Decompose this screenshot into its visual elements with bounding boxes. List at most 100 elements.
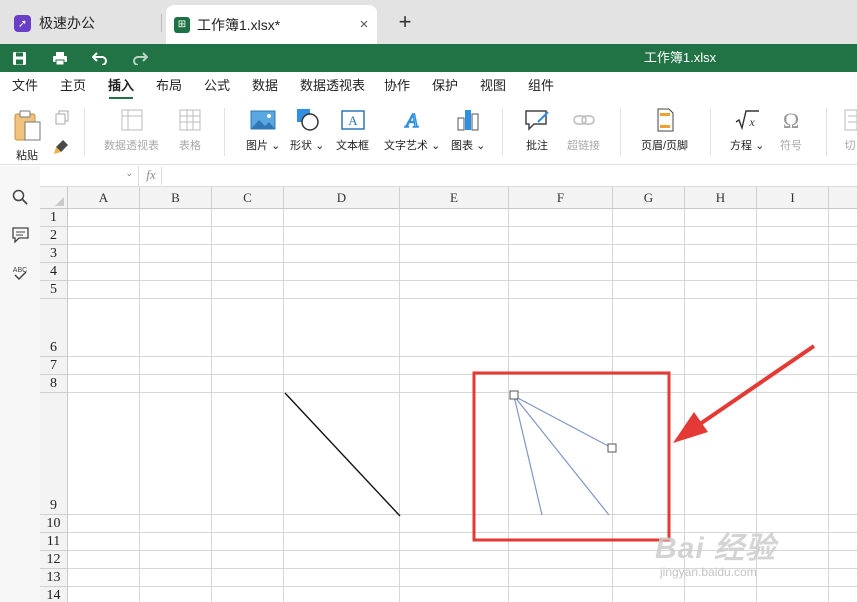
copy-icon: [55, 110, 69, 125]
comments-panel-icon[interactable]: [10, 225, 30, 245]
table-button[interactable]: 表格: [178, 108, 202, 153]
watermark: Bai 经验 jingyan.baidu.com: [655, 523, 855, 583]
row-header-1[interactable]: 1: [40, 209, 68, 227]
symbol-label: 符号: [780, 140, 802, 152]
ribbon-insert: 粘贴 数据透视表 表格 图片 ⌄ 形状 ⌄ A 文本框 A 文字艺术 ⌄ 图表 …: [0, 100, 857, 165]
row-header-4[interactable]: 4: [40, 263, 68, 281]
table-icon: [179, 109, 201, 131]
comment-icon: [525, 110, 549, 131]
format-painter-button[interactable]: [54, 138, 70, 154]
column-header-j[interactable]: [829, 187, 857, 209]
hyperlink-button[interactable]: 超链接: [567, 108, 600, 153]
row-header-13[interactable]: 13: [40, 569, 68, 587]
column-header-d[interactable]: D: [284, 187, 400, 209]
watermark-url: jingyan.baidu.com: [660, 565, 757, 579]
equation-button[interactable]: x 方程 ⌄: [730, 108, 764, 153]
column-header-f[interactable]: F: [509, 187, 613, 209]
redo-icon[interactable]: [127, 44, 153, 72]
column-header-e[interactable]: E: [400, 187, 509, 209]
formula-bar: ⌄ fx: [40, 166, 857, 187]
app-tab-label: 极速办公: [39, 15, 95, 31]
wordart-button[interactable]: A 文字艺术 ⌄: [384, 108, 440, 153]
row-header-3[interactable]: 3: [40, 245, 68, 263]
copy-button[interactable]: [54, 110, 70, 126]
ribbon-divider: [620, 108, 621, 156]
svg-text:Ω: Ω: [783, 108, 799, 132]
ribbon-divider: [710, 108, 711, 156]
chevron-down-icon[interactable]: ⌄: [125, 168, 133, 179]
new-tab-button[interactable]: +: [394, 8, 416, 36]
chart-button[interactable]: 图表 ⌄: [451, 108, 485, 153]
gridline: [68, 514, 857, 515]
row-header-10[interactable]: 10: [40, 515, 68, 533]
gridline: [68, 298, 857, 299]
row-header-2[interactable]: 2: [40, 227, 68, 245]
image-label: 图片 ⌄: [246, 140, 281, 152]
name-box[interactable]: ⌄: [40, 166, 139, 186]
menu-view[interactable]: 视图: [480, 72, 506, 100]
gridline: [68, 280, 857, 281]
save-icon[interactable]: [6, 44, 32, 72]
row-header-11[interactable]: 11: [40, 533, 68, 551]
comment-button[interactable]: 批注: [524, 108, 550, 153]
fx-button[interactable]: fx: [141, 167, 162, 185]
row-header-9[interactable]: 9: [40, 393, 68, 515]
symbol-button[interactable]: Ω 符号: [778, 108, 804, 153]
menu-collaborate[interactable]: 协作: [384, 72, 410, 100]
paste-button[interactable]: 粘贴: [12, 110, 42, 163]
svg-text:A: A: [404, 110, 419, 132]
select-all-corner[interactable]: [40, 187, 68, 209]
formula-input[interactable]: [164, 166, 857, 186]
gridline: [68, 262, 857, 263]
shape-label: 形状 ⌄: [290, 140, 325, 152]
row-header-7[interactable]: 7: [40, 357, 68, 375]
menu-protect[interactable]: 保护: [432, 72, 458, 100]
wordart-dropdown-icon: ⌄: [431, 140, 441, 152]
menu-components[interactable]: 组件: [528, 72, 554, 100]
print-icon[interactable]: [47, 44, 73, 72]
textbox-label: 文本框: [336, 140, 369, 152]
menu-insert[interactable]: 插入: [108, 72, 134, 100]
image-button[interactable]: 图片 ⌄: [246, 108, 280, 153]
column-header-h[interactable]: H: [685, 187, 757, 209]
column-header-i[interactable]: I: [757, 187, 829, 209]
undo-icon[interactable]: [87, 44, 113, 72]
title-bar: 工作簿1.xlsx: [0, 44, 857, 72]
search-icon[interactable]: [10, 187, 30, 207]
row-header-6[interactable]: 6: [40, 299, 68, 357]
gridline: [68, 374, 857, 375]
pivot-table-button[interactable]: 数据透视表: [104, 108, 159, 153]
column-header-c[interactable]: C: [212, 187, 284, 209]
slicer-icon: [844, 109, 857, 131]
menu-file[interactable]: 文件: [12, 72, 38, 100]
ribbon-divider: [224, 108, 225, 156]
row-header-5[interactable]: 5: [40, 281, 68, 299]
slicer-button[interactable]: 切: [843, 108, 857, 153]
omega-icon: Ω: [783, 108, 799, 132]
gridline: [211, 209, 212, 602]
spellcheck-icon[interactable]: ABC: [10, 263, 30, 283]
wordart-icon: A: [403, 109, 420, 132]
menu-data[interactable]: 数据: [252, 72, 278, 100]
row-header-12[interactable]: 12: [40, 551, 68, 569]
gridline: [612, 209, 613, 602]
menu-home[interactable]: 主页: [60, 72, 86, 100]
wordart-label: 文字艺术 ⌄: [384, 140, 441, 152]
rocket-icon: ➚: [14, 14, 31, 32]
column-header-a[interactable]: A: [68, 187, 140, 209]
textbox-icon: A: [340, 110, 365, 130]
menu-formulas[interactable]: 公式: [204, 72, 230, 100]
column-header-b[interactable]: B: [140, 187, 212, 209]
header-footer-button[interactable]: 页眉/页脚: [641, 108, 688, 153]
menu-layout[interactable]: 布局: [156, 72, 182, 100]
document-tab[interactable]: ⊞ 工作簿1.xlsx* ×: [166, 5, 377, 44]
textbox-button[interactable]: A 文本框: [336, 108, 369, 153]
app-tab[interactable]: ➚ 极速办公: [6, 6, 164, 40]
column-header-g[interactable]: G: [613, 187, 685, 209]
shape-button[interactable]: 形状 ⌄: [290, 108, 324, 153]
close-tab-icon[interactable]: ×: [351, 16, 377, 33]
menu-pivot-table[interactable]: 数据透视表: [300, 72, 365, 100]
slicer-label: 切: [844, 140, 856, 152]
row-header-14[interactable]: 14: [40, 587, 68, 602]
row-header-8[interactable]: 8: [40, 375, 68, 393]
